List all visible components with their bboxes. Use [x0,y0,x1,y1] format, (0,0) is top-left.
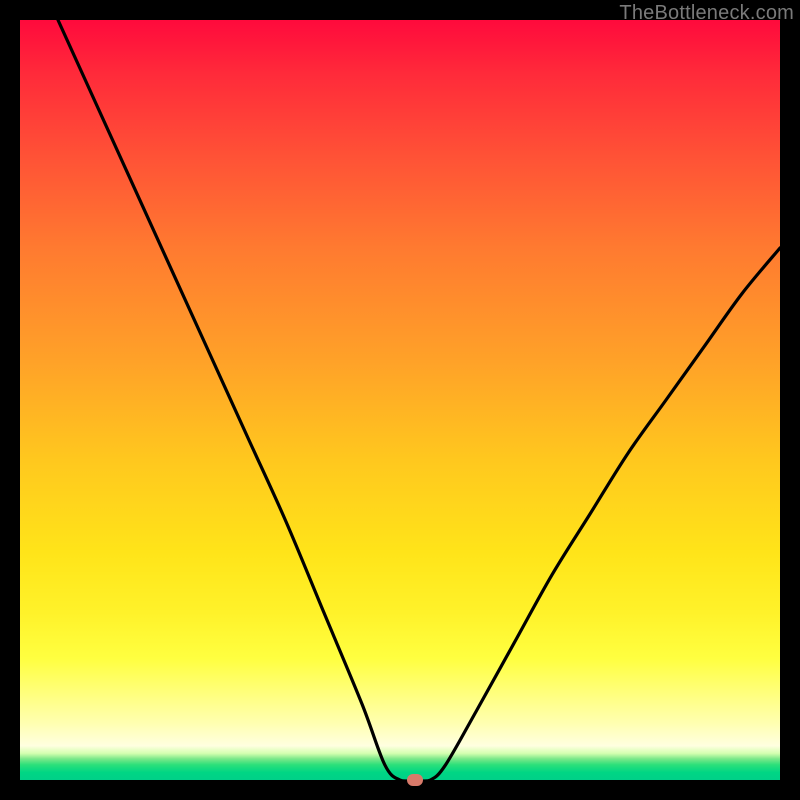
curve-layer [20,20,780,780]
optimal-marker [407,774,423,786]
bottleneck-curve [58,20,780,781]
chart-frame: TheBottleneck.com [0,0,800,800]
